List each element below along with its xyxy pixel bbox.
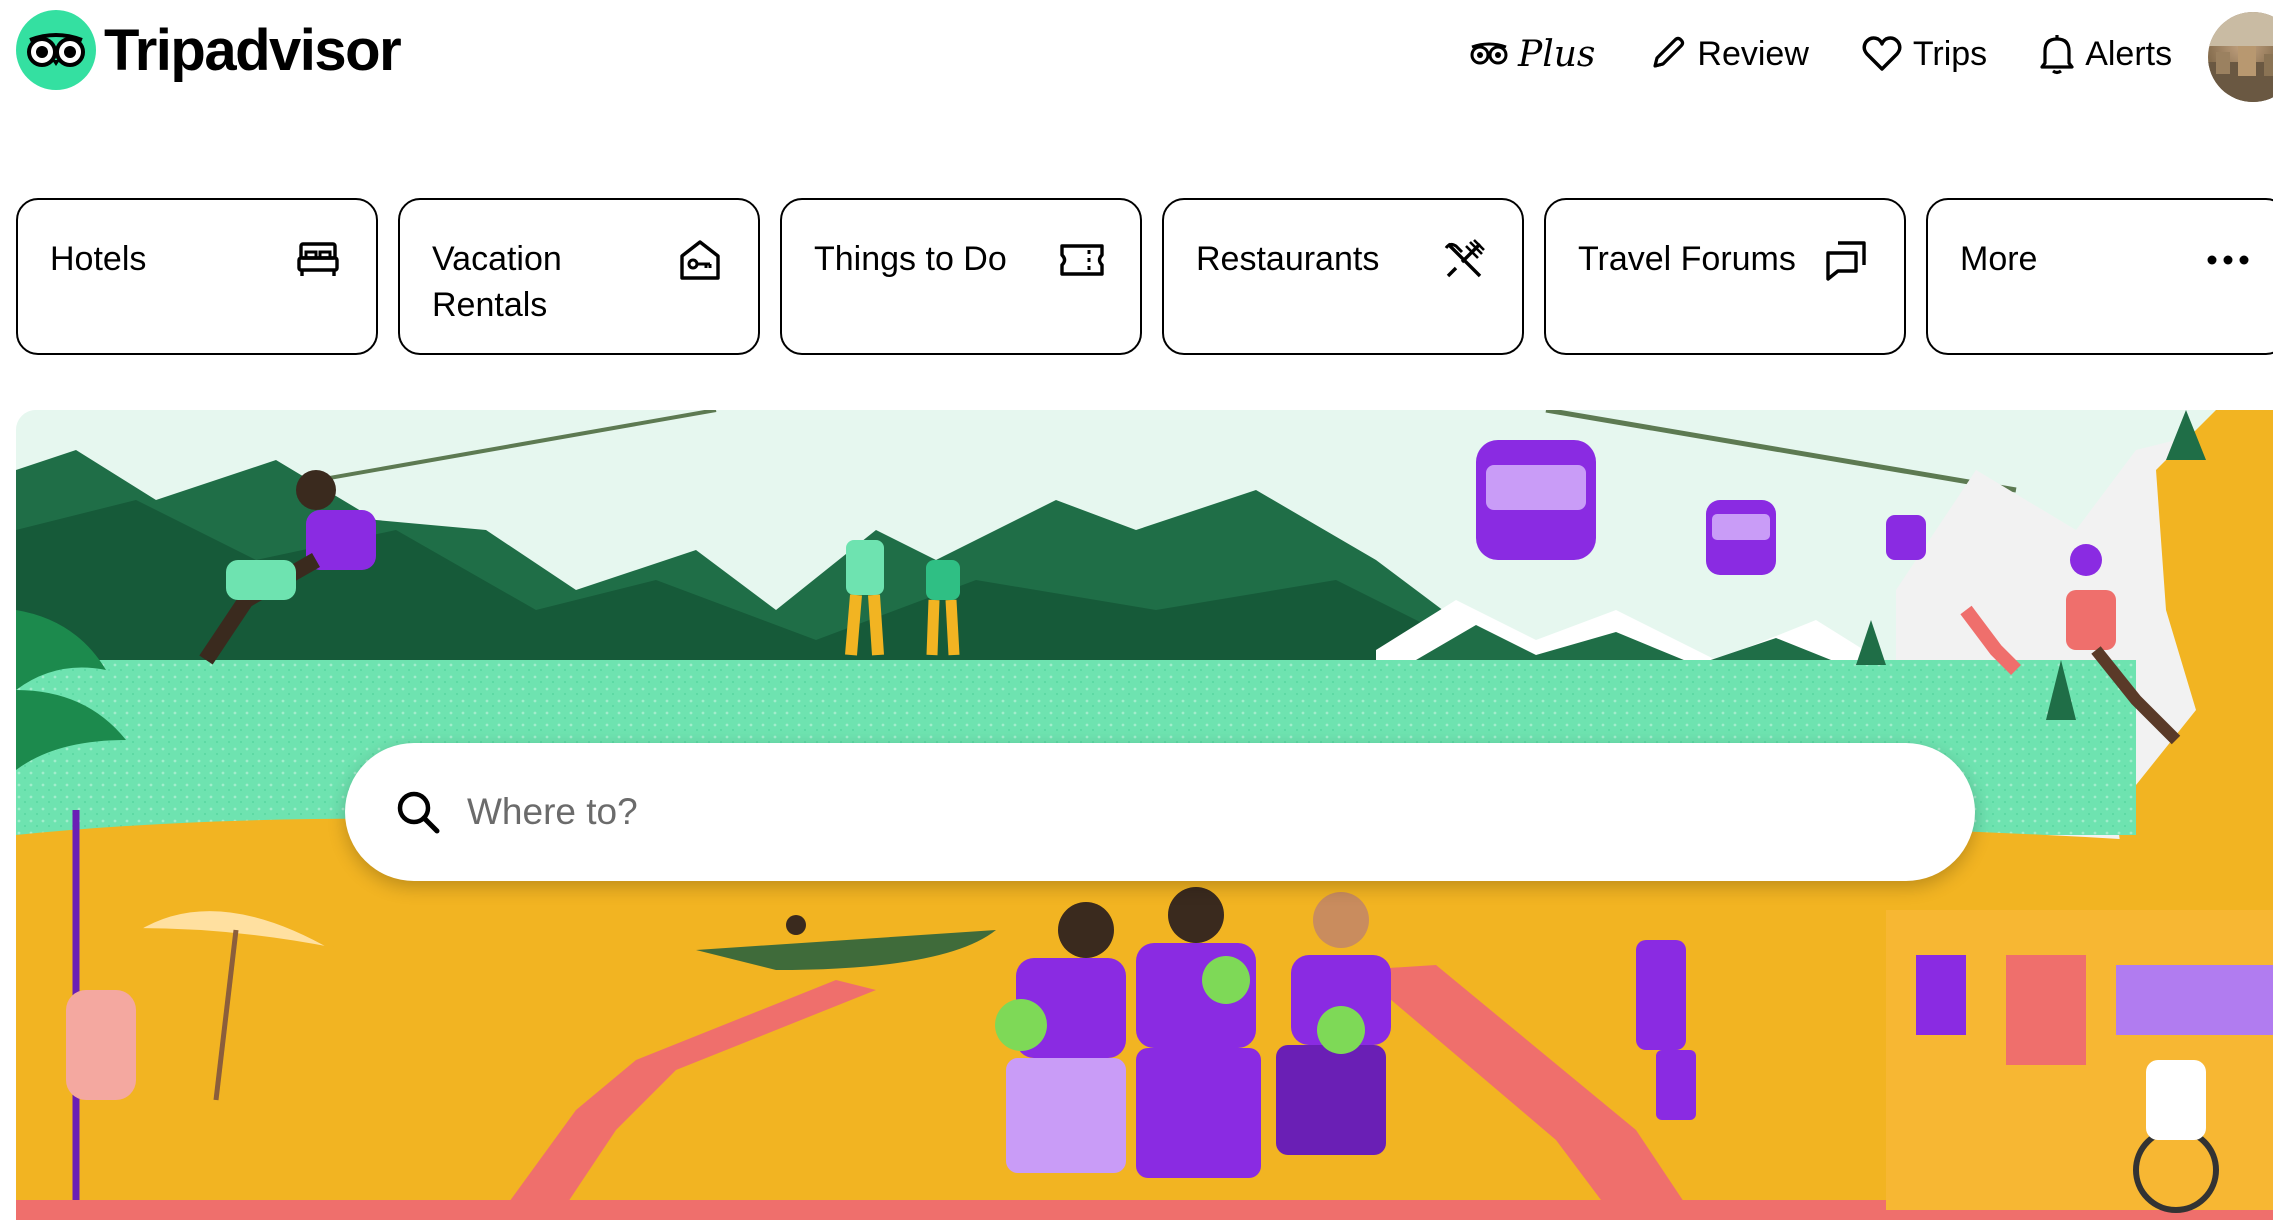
top-nav: Plus Review Trips Alerts xyxy=(1470,24,2224,84)
category-label: Hotels xyxy=(50,240,147,278)
hero-banner xyxy=(16,410,2273,1220)
fork-knife-icon xyxy=(1440,236,1488,284)
pencil-icon xyxy=(1653,36,1685,68)
category-more[interactable]: More xyxy=(1926,198,2273,355)
search-input[interactable] xyxy=(465,790,1865,834)
category-restaurants[interactable]: Restaurants xyxy=(1162,198,1524,355)
category-vacation-rentals[interactable]: Vacation Rentals xyxy=(398,198,760,355)
plus-label: Plus xyxy=(1518,33,1596,75)
category-label: Things to Do xyxy=(814,240,1007,278)
category-travel-forums[interactable]: Travel Forums xyxy=(1544,198,1906,355)
trips-link[interactable]: Trips xyxy=(1861,35,1987,74)
review-label: Review xyxy=(1697,34,1809,73)
category-label: Vacation Rentals xyxy=(432,240,562,324)
ticket-icon xyxy=(1058,236,1106,284)
category-bar: Hotels Vacation Rentals Things to Do Res… xyxy=(16,198,2273,355)
review-link[interactable]: Review xyxy=(1647,34,1809,74)
brand-name: Tripadvisor xyxy=(104,17,402,83)
category-label: Restaurants xyxy=(1196,240,1380,278)
alerts-label: Alerts xyxy=(2085,34,2173,73)
owl-logo-icon xyxy=(16,10,96,90)
owl-icon xyxy=(1470,42,1508,65)
bed-icon xyxy=(294,236,342,284)
category-label: Travel Forums xyxy=(1578,240,1796,278)
chat-bubbles-icon xyxy=(1822,236,1870,284)
category-hotels[interactable]: Hotels xyxy=(16,198,378,355)
search-icon xyxy=(397,791,440,834)
more-dots-icon xyxy=(2204,236,2252,284)
house-key-icon xyxy=(676,236,724,284)
alerts-link[interactable]: Alerts xyxy=(2039,33,2172,75)
tripadvisor-logo[interactable]: Tripadvisor xyxy=(16,10,402,90)
trips-label: Trips xyxy=(1912,34,1988,73)
category-things-to-do[interactable]: Things to Do xyxy=(780,198,1142,355)
bell-icon xyxy=(2040,35,2074,75)
search-bar[interactable] xyxy=(345,743,1975,881)
category-label: More xyxy=(1960,240,2038,278)
heart-icon xyxy=(1862,36,1902,71)
plus-link[interactable]: Plus xyxy=(1470,34,1595,75)
header: Tripadvisor Plus Review Trips Alerts xyxy=(0,0,2273,110)
